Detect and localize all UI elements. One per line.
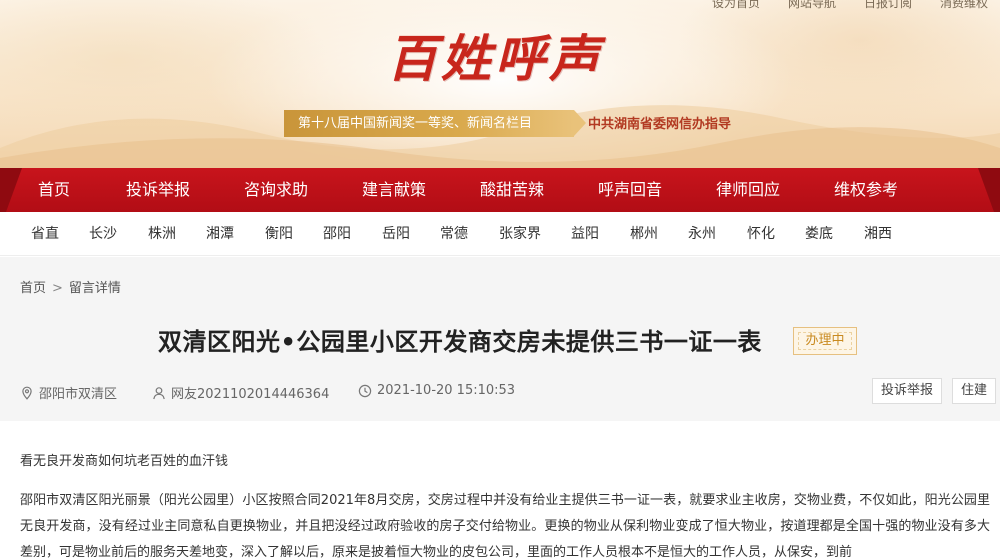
city-item[interactable]: 湘潭 bbox=[206, 212, 234, 256]
city-item[interactable]: 永州 bbox=[688, 212, 716, 256]
post-author: 网友2021102014446364 bbox=[152, 383, 329, 402]
nav-item-lawyer[interactable]: 律师回应 bbox=[716, 168, 780, 212]
city-item[interactable]: 岳阳 bbox=[382, 212, 410, 256]
post-lead: 看无良开发商如何坑老百姓的血汗钱 bbox=[20, 454, 229, 469]
city-item[interactable]: 省直 bbox=[31, 212, 59, 256]
city-item[interactable]: 邵阳 bbox=[323, 212, 351, 256]
post-time: 2021-10-20 15:10:53 bbox=[358, 383, 515, 398]
city-item[interactable]: 益阳 bbox=[571, 212, 599, 256]
nav-item-suggest[interactable]: 建言献策 bbox=[362, 168, 426, 212]
top-link-subscribe[interactable]: 日报订阅 bbox=[864, 0, 912, 11]
nav-item-home[interactable]: 首页 bbox=[38, 168, 70, 212]
city-item[interactable]: 张家界 bbox=[499, 212, 541, 256]
author-text: 网友2021102014446364 bbox=[171, 387, 330, 402]
city-item[interactable]: 常德 bbox=[440, 212, 468, 256]
nav-item-rights[interactable]: 维权参考 bbox=[834, 168, 898, 212]
city-item[interactable]: 郴州 bbox=[630, 212, 658, 256]
city-item[interactable]: 长沙 bbox=[89, 212, 117, 256]
city-item[interactable]: 怀化 bbox=[747, 212, 775, 256]
nav-ribbon-left bbox=[0, 168, 23, 212]
category-button[interactable]: 住建 bbox=[952, 378, 997, 404]
header-banner: 设为首页 网站导航 日报订阅 消费维权 百姓呼声 第十八届中国新闻奖一等奖、新闻… bbox=[0, 0, 1000, 168]
top-links: 设为首页 网站导航 日报订阅 消费维权 bbox=[712, 0, 988, 11]
city-item[interactable]: 株洲 bbox=[148, 212, 176, 256]
location-icon bbox=[22, 386, 32, 400]
breadcrumb-separator: > bbox=[52, 281, 63, 296]
city-item[interactable]: 娄底 bbox=[805, 212, 833, 256]
location-text: 邵阳市双清区 bbox=[39, 387, 118, 402]
nav-item-life[interactable]: 酸甜苦辣 bbox=[480, 168, 544, 212]
nav-item-complaint[interactable]: 投诉举报 bbox=[126, 168, 190, 212]
main-nav: 首页 投诉举报 咨询求助 建言献策 酸甜苦辣 呼声回音 律师回应 维权参考 bbox=[0, 168, 1000, 212]
nav-item-response[interactable]: 呼声回音 bbox=[598, 168, 662, 212]
city-nav: 省直 长沙 株洲 湘潭 衡阳 邵阳 岳阳 常德 张家界 益阳 郴州 永州 怀化 … bbox=[0, 212, 1000, 256]
breadcrumb: 首页 > 留言详情 bbox=[20, 277, 121, 296]
nav-ribbon-right bbox=[977, 168, 1000, 212]
post-location: 邵阳市双清区 bbox=[20, 383, 117, 402]
top-link-home[interactable]: 设为首页 bbox=[712, 0, 760, 11]
time-text: 2021-10-20 15:10:53 bbox=[377, 383, 516, 398]
top-link-consumer[interactable]: 消费维权 bbox=[940, 0, 988, 11]
post-body: 邵阳市双清区阳光丽景（阳光公园里）小区按照合同2021年8月交房，交房过程中并没… bbox=[20, 493, 990, 559]
report-button[interactable]: 投诉举报 bbox=[872, 378, 943, 404]
breadcrumb-current: 留言详情 bbox=[68, 281, 121, 296]
guide-label: 中共湖南省委网信办指导 bbox=[588, 117, 732, 132]
city-item[interactable]: 衡阳 bbox=[265, 212, 293, 256]
award-ribbon: 第十八届中国新闻奖一等奖、新闻名栏目 bbox=[284, 110, 574, 137]
top-link-sitemap[interactable]: 网站导航 bbox=[788, 0, 836, 11]
page-title: 双清区阳光•公园里小区开发商交房未提供三书一证一表 bbox=[158, 328, 762, 356]
nav-item-consult[interactable]: 咨询求助 bbox=[244, 168, 308, 212]
breadcrumb-home[interactable]: 首页 bbox=[20, 281, 46, 296]
site-logo[interactable]: 百姓呼声 bbox=[387, 24, 627, 94]
clock-icon bbox=[358, 384, 372, 397]
logo-text: 百姓呼声 bbox=[387, 29, 603, 88]
user-icon bbox=[153, 386, 165, 399]
award-ribbon-tip bbox=[574, 110, 586, 136]
status-badge: 办理中 bbox=[793, 327, 857, 355]
city-item[interactable]: 湘西 bbox=[864, 212, 892, 256]
